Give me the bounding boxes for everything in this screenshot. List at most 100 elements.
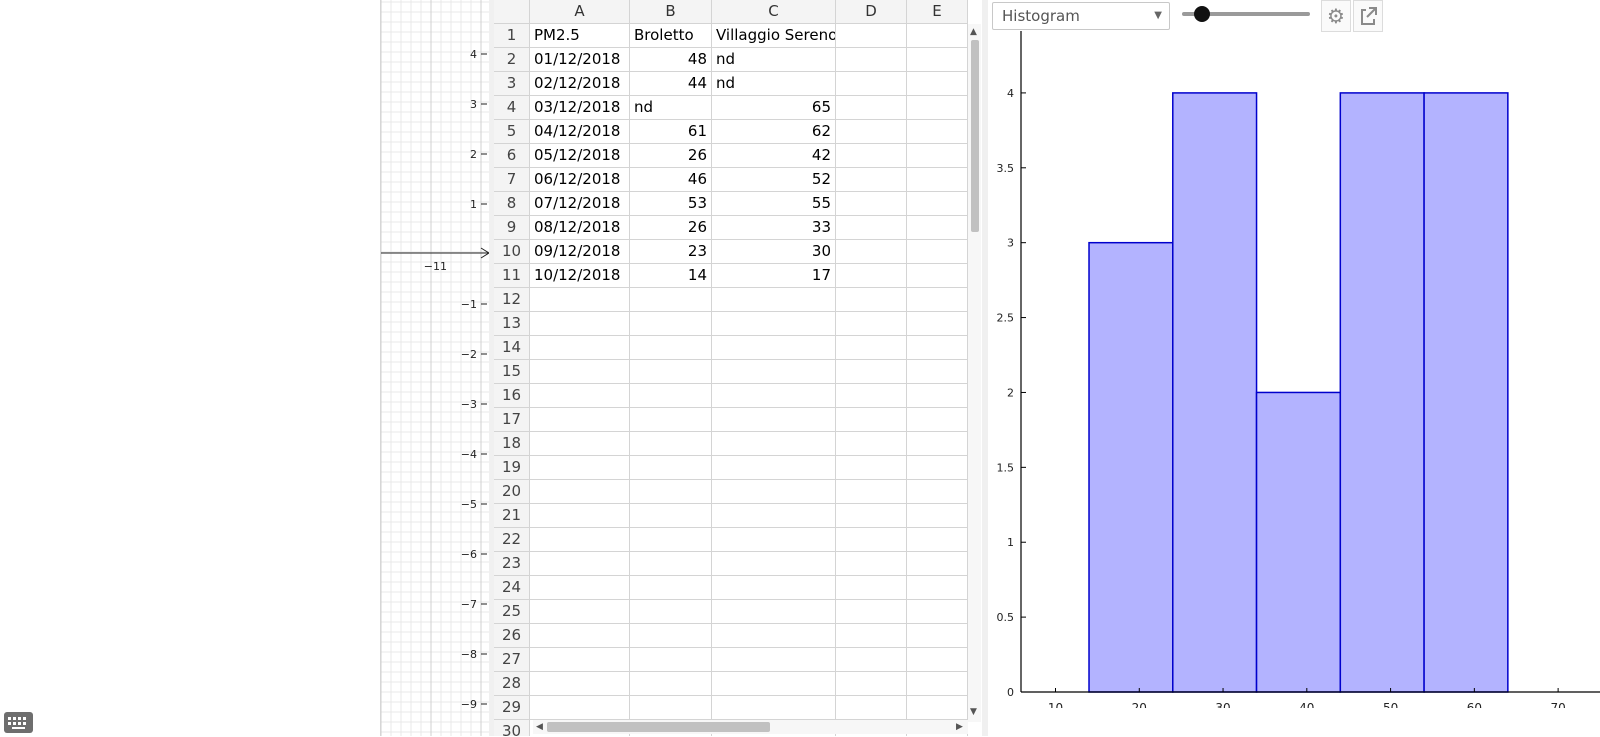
spreadsheet-cell[interactable] (530, 312, 630, 336)
spreadsheet-cell[interactable] (836, 360, 907, 384)
scroll-up-icon[interactable]: ▲ (970, 27, 977, 37)
spreadsheet-cell[interactable] (836, 528, 907, 552)
spreadsheet-cell[interactable] (836, 672, 907, 696)
spreadsheet-cell[interactable] (907, 576, 968, 600)
spreadsheet-cell[interactable]: 30 (712, 240, 836, 264)
spreadsheet-cell[interactable] (530, 600, 630, 624)
row-header[interactable]: 2 (494, 48, 530, 72)
column-header[interactable]: B (630, 0, 712, 24)
spreadsheet-cell[interactable] (907, 96, 968, 120)
spreadsheet-cell[interactable] (530, 480, 630, 504)
spreadsheet-cell[interactable] (836, 288, 907, 312)
spreadsheet-cell[interactable] (712, 600, 836, 624)
row-header[interactable]: 5 (494, 120, 530, 144)
row-header[interactable]: 21 (494, 504, 530, 528)
spreadsheet-cell[interactable] (630, 360, 712, 384)
spreadsheet-cell[interactable] (907, 288, 968, 312)
spreadsheet-cell[interactable]: 55 (712, 192, 836, 216)
spreadsheet-cell[interactable] (712, 336, 836, 360)
sheet-corner[interactable] (494, 0, 530, 24)
spreadsheet-cell[interactable] (907, 336, 968, 360)
spreadsheet-cell[interactable] (712, 384, 836, 408)
spreadsheet-cell[interactable] (630, 528, 712, 552)
spreadsheet-cell[interactable]: 23 (630, 240, 712, 264)
graphics-view[interactable]: 4 3 2 1 −1 −2 −3 −4 −5 −6 −7 −8 −9 −11 (380, 0, 490, 736)
spreadsheet-cell[interactable]: 52 (712, 168, 836, 192)
spreadsheet-cell[interactable] (530, 336, 630, 360)
spreadsheet-cell[interactable] (530, 456, 630, 480)
spreadsheet-cell[interactable] (907, 528, 968, 552)
spreadsheet-cell[interactable]: 26 (630, 144, 712, 168)
spreadsheet-cell[interactable]: 17 (712, 264, 836, 288)
spreadsheet-cell[interactable]: 44 (630, 72, 712, 96)
spreadsheet-cell[interactable] (712, 552, 836, 576)
spreadsheet-cell[interactable] (907, 648, 968, 672)
spreadsheet-cell[interactable] (907, 264, 968, 288)
spreadsheet-cell[interactable]: 14 (630, 264, 712, 288)
spreadsheet-cell[interactable]: nd (712, 72, 836, 96)
spreadsheet-cell[interactable] (836, 24, 907, 48)
spreadsheet-cell[interactable] (630, 288, 712, 312)
spreadsheet-cell[interactable] (630, 576, 712, 600)
keyboard-icon[interactable] (4, 712, 33, 733)
spreadsheet-cell[interactable]: nd (712, 48, 836, 72)
spreadsheet-cell[interactable]: 33 (712, 216, 836, 240)
spreadsheet-cell[interactable]: Villaggio Sereno (712, 24, 836, 48)
spreadsheet-cell[interactable] (836, 264, 907, 288)
spreadsheet-cell[interactable] (530, 624, 630, 648)
chart-type-select[interactable]: Histogram ▼ (992, 2, 1170, 30)
row-header[interactable]: 27 (494, 648, 530, 672)
spreadsheet-cell[interactable] (530, 408, 630, 432)
spreadsheet-cell[interactable]: 26 (630, 216, 712, 240)
spreadsheet-cell[interactable] (712, 672, 836, 696)
row-header[interactable]: 14 (494, 336, 530, 360)
spreadsheet-cell[interactable]: 08/12/2018 (530, 216, 630, 240)
spreadsheet-cell[interactable] (630, 600, 712, 624)
spreadsheet-cell[interactable] (907, 552, 968, 576)
spreadsheet-cell[interactable] (836, 408, 907, 432)
spreadsheet-cell[interactable] (907, 192, 968, 216)
spreadsheet-cell[interactable] (836, 480, 907, 504)
spreadsheet-cell[interactable]: 53 (630, 192, 712, 216)
vertical-scroll-thumb[interactable] (971, 40, 979, 232)
spreadsheet-cell[interactable] (630, 696, 712, 720)
spreadsheet-cell[interactable] (712, 480, 836, 504)
spreadsheet-cell[interactable]: 02/12/2018 (530, 72, 630, 96)
row-header[interactable]: 29 (494, 696, 530, 720)
spreadsheet-cell[interactable] (836, 72, 907, 96)
spreadsheet-cell[interactable] (712, 504, 836, 528)
spreadsheet-cell[interactable] (836, 168, 907, 192)
spreadsheet-cell[interactable] (630, 312, 712, 336)
spreadsheet-view[interactable]: A B C D E 1 PM2.5 Broletto Villaggio Sereno 2 01/1… (494, 0, 982, 736)
spreadsheet-cell[interactable] (630, 408, 712, 432)
spreadsheet-cell[interactable] (712, 576, 836, 600)
spreadsheet-cell[interactable]: 06/12/2018 (530, 168, 630, 192)
spreadsheet-cell[interactable] (530, 504, 630, 528)
spreadsheet-cell[interactable] (836, 312, 907, 336)
spreadsheet-cell[interactable] (712, 360, 836, 384)
row-header[interactable]: 28 (494, 672, 530, 696)
horizontal-scroll-thumb[interactable] (547, 722, 770, 732)
row-header[interactable]: 24 (494, 576, 530, 600)
row-header[interactable]: 17 (494, 408, 530, 432)
spreadsheet-cell[interactable] (530, 552, 630, 576)
spreadsheet-cell[interactable] (530, 432, 630, 456)
graphics-grid[interactable]: 4 3 2 1 −1 −2 −3 −4 −5 −6 −7 −8 −9 −11 (381, 0, 490, 736)
spreadsheet-cell[interactable] (907, 360, 968, 384)
spreadsheet-cell[interactable] (630, 504, 712, 528)
row-header[interactable]: 15 (494, 360, 530, 384)
row-header[interactable]: 26 (494, 624, 530, 648)
spreadsheet-cell[interactable] (907, 600, 968, 624)
spreadsheet-cell[interactable] (907, 504, 968, 528)
row-header[interactable]: 22 (494, 528, 530, 552)
spreadsheet-cell[interactable] (712, 432, 836, 456)
row-header[interactable]: 1 (494, 24, 530, 48)
spreadsheet-cell[interactable] (530, 672, 630, 696)
spreadsheet-cell[interactable] (630, 648, 712, 672)
spreadsheet-cell[interactable]: 46 (630, 168, 712, 192)
spreadsheet-cell[interactable]: 62 (712, 120, 836, 144)
row-header[interactable]: 7 (494, 168, 530, 192)
spreadsheet-cell[interactable]: 61 (630, 120, 712, 144)
spreadsheet-cell[interactable] (836, 576, 907, 600)
spreadsheet-cell[interactable] (712, 408, 836, 432)
